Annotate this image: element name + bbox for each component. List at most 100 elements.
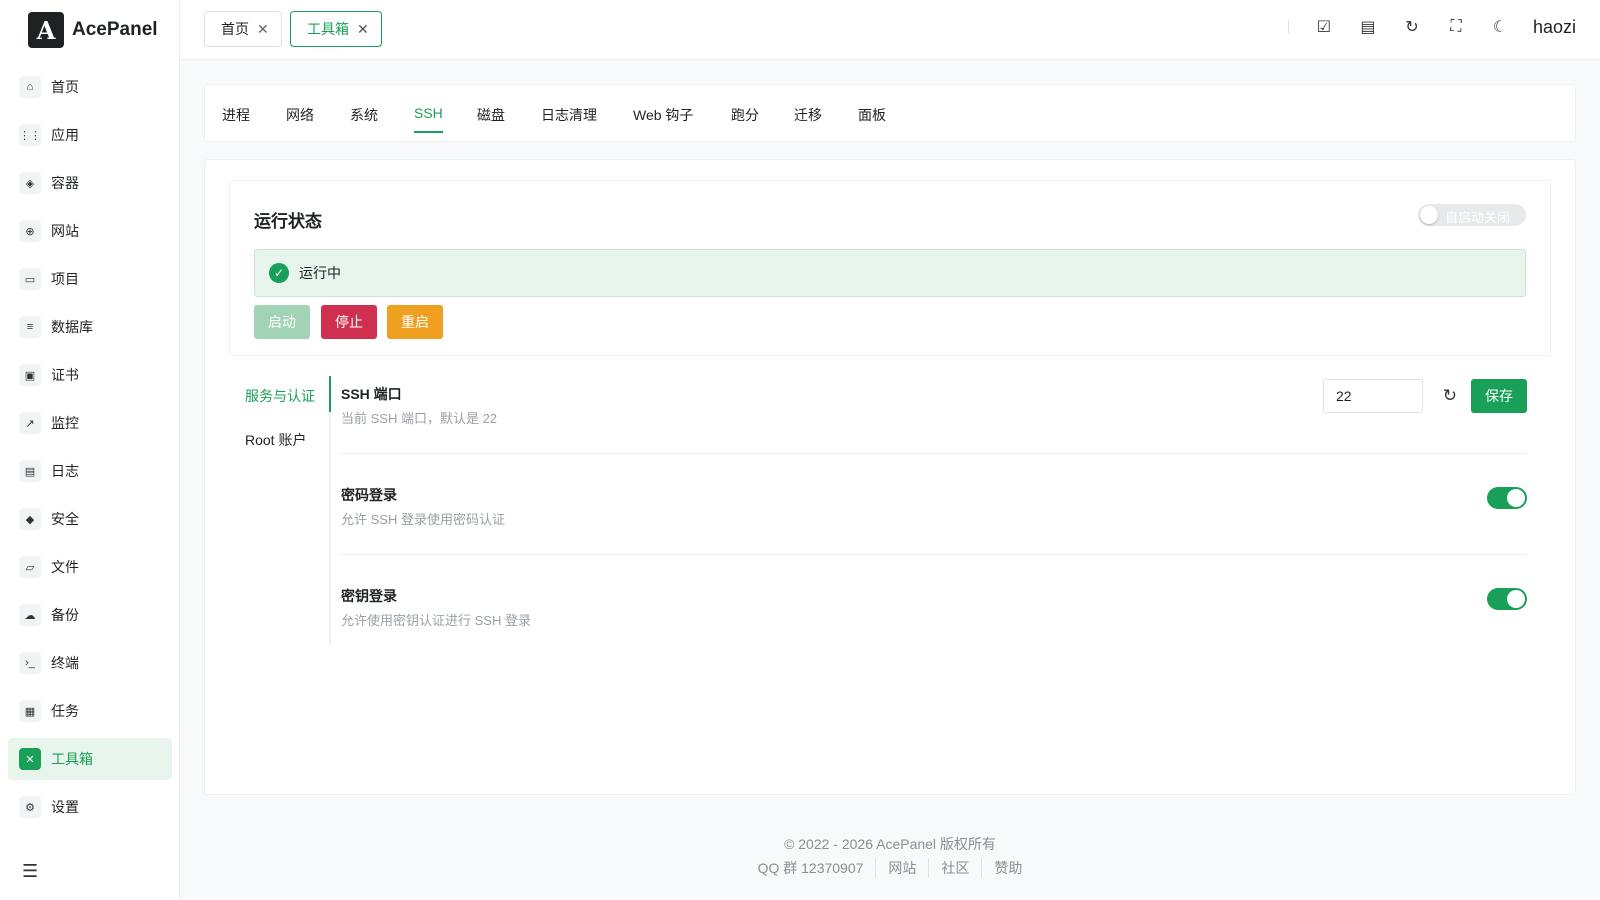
sidebar-item-label: 安全 [51,511,79,527]
vtab-root-account[interactable]: Root 账户 [245,430,306,450]
close-icon[interactable]: ✕ [257,21,269,38]
sidebar: A AcePanel ⌂ 首页 ⋮⋮ 应用 ◈ 容器 ⊕ 网站 ▭ 项目 ≡ 数据库 ▣ 证书… [0,0,180,900]
sidebar-item-label: 应用 [51,127,79,143]
tab-network[interactable]: 网络 [286,105,314,125]
tab-disk[interactable]: 磁盘 [477,105,505,125]
user-name[interactable]: haozi [1533,17,1576,38]
sidebar-item-containers[interactable]: ◈ 容器 [8,162,172,204]
save-button[interactable]: 保存 [1471,379,1527,413]
cloud-icon: ☁ [19,604,41,626]
sidebar-item-certificates[interactable]: ▣ 证书 [8,354,172,396]
sidebar-item-label: 终端 [51,655,79,671]
sidebar-item-label: 数据库 [51,319,93,335]
vtab-service-auth[interactable]: 服务与认证 [245,386,315,406]
theme-moon-icon[interactable]: ☾ [1489,16,1511,38]
tab-panel[interactable]: 面板 [858,105,886,125]
fullscreen-icon[interactable]: ⛶ [1445,16,1467,38]
setting-ssh-port: SSH 端口 当前 SSH 端口，默认是 22 ↻ 保存 [341,379,1527,454]
reset-icon[interactable]: ↻ [1443,386,1457,406]
ssh-vertical-tabs: 服务与认证 Root 账户 [229,376,331,646]
footer-link-qq[interactable]: QQ 群 12370907 [746,858,876,878]
sidebar-item-logs[interactable]: ▤ 日志 [8,450,172,492]
footer-links: QQ 群 12370907 网站 社区 赞助 [180,858,1600,878]
key-login-toggle[interactable] [1487,588,1527,610]
start-button[interactable]: 启动 [254,305,310,339]
autostart-toggle[interactable]: 自启动关闭 [1418,204,1526,226]
vtab-indicator [329,376,331,412]
sidebar-item-label: 容器 [51,175,79,191]
footer-link-sponsor[interactable]: 赞助 [981,858,1034,878]
sidebar-item-security[interactable]: ◆ 安全 [8,498,172,540]
sidebar-item-label: 备份 [51,607,79,623]
sidebar-item-label: 日志 [51,463,79,479]
certificate-icon: ▣ [19,364,41,386]
tab-system[interactable]: 系统 [350,105,378,125]
layers-icon: ◈ [19,172,41,194]
toolbox-tabs: 进程 网络 系统 SSH 磁盘 日志清理 Web 钩子 跑分 迁移 面板 [204,84,1576,142]
sidebar-item-label: 设置 [51,799,79,815]
sidebar-item-tasks[interactable]: ▦ 任务 [8,690,172,732]
sidebar-item-label: 文件 [51,559,79,575]
globe-icon: ⊕ [19,220,41,242]
folder-stack-icon: ▭ [19,268,41,290]
collapse-sidebar-icon[interactable]: ☰ [22,862,42,882]
setting-title: SSH 端口 [341,386,402,402]
sidebar-item-database[interactable]: ≡ 数据库 [8,306,172,348]
setting-password-login: 密码登录 允许 SSH 登录使用密码认证 [341,485,1527,555]
document-icon[interactable]: ▤ [1357,16,1379,38]
sidebar-item-home[interactable]: ⌂ 首页 [8,66,172,108]
sidebar-item-monitor[interactable]: ↗ 监控 [8,402,172,444]
stop-button[interactable]: 停止 [321,305,377,339]
sidebar-item-terminal[interactable]: ›_ 终端 [8,642,172,684]
setting-key-login: 密钥登录 允许使用密钥认证进行 SSH 登录 [341,586,1527,656]
tab-process[interactable]: 进程 [222,105,250,125]
footer-copyright: © 2022 - 2026 AcePanel 版权所有 [784,836,996,852]
tab-log-cleanup[interactable]: 日志清理 [541,105,597,125]
ssh-port-input[interactable] [1323,379,1423,413]
setting-title: 密码登录 [341,487,397,503]
tab-label: 首页 [221,21,249,37]
sidebar-item-settings[interactable]: ⚙ 设置 [8,786,172,828]
status-title: 运行状态 [254,212,322,231]
tab-label: 工具箱 [307,21,349,37]
sidebar-item-label: 监控 [51,415,79,431]
tab-ssh[interactable]: SSH [414,105,443,133]
toggle-knob [1507,590,1525,608]
restart-button[interactable]: 重启 [387,305,443,339]
sidebar-item-backup[interactable]: ☁ 备份 [8,594,172,636]
status-alert: ✓ 运行中 [254,249,1526,297]
sidebar-item-files[interactable]: ▱ 文件 [8,546,172,588]
toggle-knob [1507,489,1525,507]
sidebar-item-apps[interactable]: ⋮⋮ 应用 [8,114,172,156]
tab-benchmark[interactable]: 跑分 [731,105,759,125]
footer-link-website[interactable]: 网站 [875,858,928,878]
tab-webhook[interactable]: Web 钩子 [633,105,693,125]
footer-link-community[interactable]: 社区 [928,858,981,878]
calendar-icon: ▦ [19,700,41,722]
sidebar-item-label: 网站 [51,223,79,239]
setting-desc: 当前 SSH 端口，默认是 22 [341,411,498,426]
tab-migrate[interactable]: 迁移 [794,105,822,125]
gear-icon: ⚙ [19,796,41,818]
logo[interactable]: A AcePanel [28,12,158,48]
sidebar-item-projects[interactable]: ▭ 项目 [8,258,172,300]
status-text: 运行中 [299,265,341,281]
tab-toolbox[interactable]: 工具箱 ✕ [290,11,382,47]
divider [1287,20,1289,34]
task-check-icon[interactable]: ☑ [1313,16,1335,38]
autostart-label: 自启动关闭 [1445,210,1511,225]
check-circle-icon: ✓ [269,263,289,283]
tools-icon: ✕ [19,748,41,770]
sidebar-item-label: 首页 [51,79,79,95]
refresh-icon[interactable]: ↻ [1401,16,1423,38]
tab-home[interactable]: 首页 ✕ [204,11,282,47]
sidebar-item-label: 任务 [51,703,79,719]
database-icon: ≡ [19,316,41,338]
sidebar-item-websites[interactable]: ⊕ 网站 [8,210,172,252]
sidebar-item-toolbox[interactable]: ✕ 工具箱 [8,738,172,780]
terminal-icon: ›_ [19,652,41,674]
folder-icon: ▱ [19,556,41,578]
setting-title: 密钥登录 [341,588,397,604]
close-icon[interactable]: ✕ [357,21,369,38]
password-login-toggle[interactable] [1487,487,1527,509]
